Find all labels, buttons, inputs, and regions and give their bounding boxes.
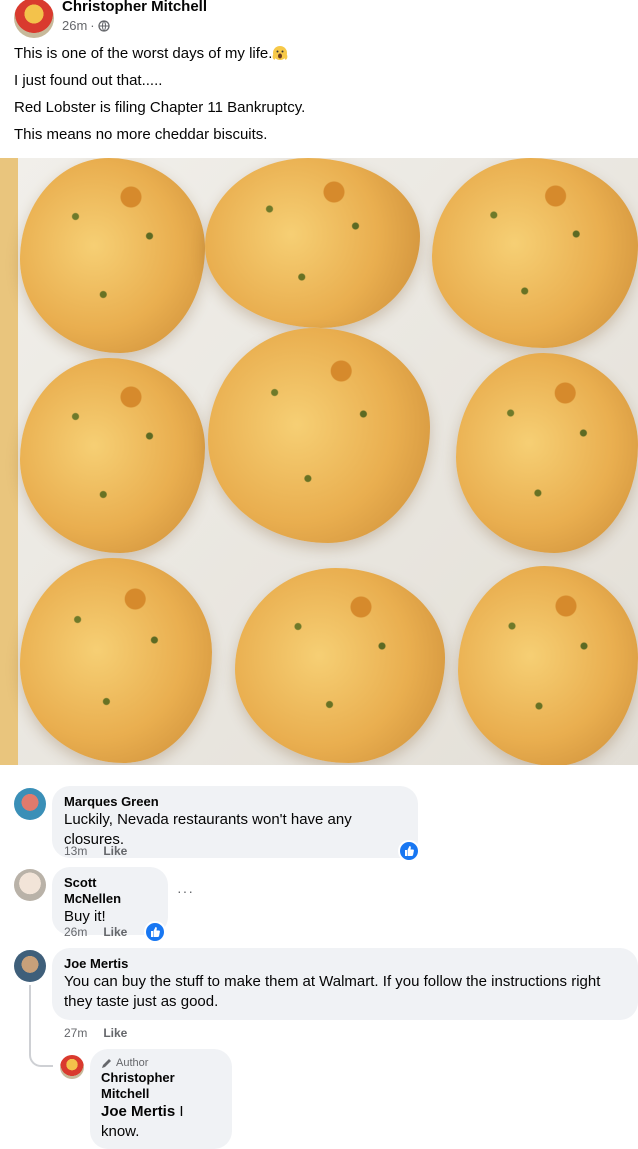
commenter-name[interactable]: Joe Mertis	[64, 956, 626, 972]
post-time[interactable]: 26m	[62, 18, 87, 33]
pencil-icon	[102, 1059, 111, 1068]
comment-bubble: Author Christopher Mitchell Joe Mertis I…	[90, 1049, 232, 1149]
avatar[interactable]	[14, 950, 46, 982]
post-header: Christopher Mitchell 26m ·	[14, 0, 634, 38]
biscuit	[456, 353, 638, 553]
comment-like-button[interactable]: Like	[103, 1026, 127, 1040]
post-line: This is one of the worst days of my life…	[14, 44, 624, 64]
meta-separator: ·	[90, 18, 95, 33]
post-photo[interactable]	[0, 158, 638, 765]
comment-bubble: Joe Mertis You can buy the stuff to make…	[52, 948, 638, 1020]
more-options-icon[interactable]: ···	[177, 883, 194, 899]
like-reaction-icon[interactable]	[398, 840, 420, 862]
biscuit	[458, 566, 638, 765]
biscuit	[235, 568, 445, 763]
post-author-name[interactable]: Christopher Mitchell	[62, 0, 207, 15]
commenter-name[interactable]: Scott McNellen	[64, 875, 156, 907]
comment-like-button[interactable]: Like	[103, 844, 127, 858]
biscuit	[20, 158, 205, 353]
biscuit	[205, 158, 420, 328]
post-line: This means no more cheddar biscuits.	[14, 126, 268, 143]
comment-text: You can buy the stuff to make them at Wa…	[64, 973, 601, 1010]
comment-time[interactable]: 26m	[64, 925, 87, 939]
comment-like-button[interactable]: Like	[103, 925, 127, 939]
reply-thread-line	[29, 985, 53, 1067]
avatar[interactable]	[60, 1055, 84, 1079]
avatar[interactable]	[14, 869, 46, 901]
comment-time[interactable]: 13m	[64, 844, 87, 858]
globe-icon	[97, 19, 110, 32]
post-line: Red Lobster is filing Chapter 11 Bankrup…	[14, 99, 306, 116]
biscuit	[208, 328, 430, 543]
comment-time[interactable]: 27m	[64, 1026, 87, 1040]
comment-actions: 26m Like	[64, 925, 127, 939]
commenter-name[interactable]: Christopher Mitchell	[101, 1070, 221, 1102]
biscuit	[432, 158, 638, 348]
author-badge: Author	[101, 1056, 221, 1070]
comment-text: Joe Mertis I know.	[101, 1103, 184, 1140]
like-reaction-icon[interactable]	[144, 921, 166, 943]
photo-edge	[0, 158, 18, 765]
mention-link[interactable]: Joe Mertis	[101, 1103, 175, 1120]
post-meta: 26m ·	[62, 18, 110, 33]
biscuit	[20, 558, 212, 763]
comment-actions: 13m Like	[64, 844, 127, 858]
post-line: I just found out that.....	[14, 72, 163, 89]
comment-actions: 27m Like	[64, 1026, 127, 1040]
comment-text: Buy it!	[64, 908, 106, 925]
commenter-name[interactable]: Marques Green	[64, 794, 406, 810]
post-body: This is one of the worst days of my life…	[14, 44, 624, 152]
avatar[interactable]	[14, 0, 54, 38]
biscuit	[20, 358, 205, 553]
screaming-face-icon	[273, 46, 288, 60]
avatar[interactable]	[14, 788, 46, 820]
